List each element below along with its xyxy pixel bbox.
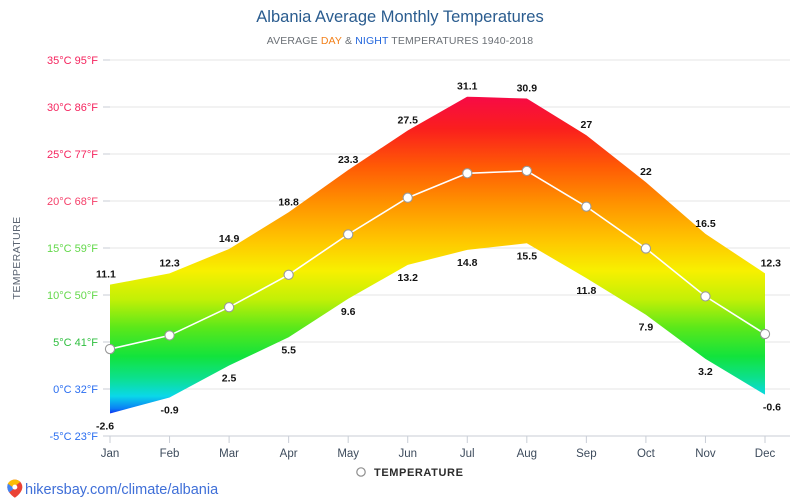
mean-marker-nov xyxy=(700,291,711,302)
x-tick-label-aug: Aug xyxy=(517,448,537,460)
mean-marker-jan xyxy=(104,343,116,355)
footer-watermark[interactable]: hikersbay.com/climate/albania xyxy=(7,479,219,498)
mean-marker-aug xyxy=(521,165,532,177)
y-tick-label-6: 5°C 41°F xyxy=(53,337,98,349)
night-label-mar: 2.5 xyxy=(222,373,237,385)
night-label-jun: 13.2 xyxy=(398,272,419,284)
x-tick-label-apr: Apr xyxy=(280,448,298,460)
legend-circle-outline-icon xyxy=(356,467,366,477)
mean-marker-apr xyxy=(283,269,294,280)
mean-marker-sep xyxy=(581,201,592,212)
night-label-jul: 14.8 xyxy=(457,257,478,269)
night-label-jan: -2.6 xyxy=(96,420,114,432)
night-label-nov: 3.2 xyxy=(698,366,713,378)
night-label-aug: 15.5 xyxy=(517,250,538,262)
chart-title: Albania Average Monthly Temperatures xyxy=(256,8,543,26)
y-tick-label-4: 15°C 59°F xyxy=(47,243,98,255)
day-label-dec: 12.3 xyxy=(761,257,782,269)
x-tick-label-dec: Dec xyxy=(755,448,776,460)
night-label-apr: 5.5 xyxy=(281,344,296,356)
legend-label: TEMPERATURE xyxy=(374,467,464,479)
mean-marker-feb xyxy=(164,330,175,341)
subtitle-day: DAY xyxy=(321,35,342,47)
day-label-may: 23.3 xyxy=(338,154,359,166)
temperature-chart: Albania Average Monthly Temperatures AVE… xyxy=(0,0,800,500)
day-label-apr: 18.8 xyxy=(278,196,299,208)
x-tick-label-jun: Jun xyxy=(398,448,417,460)
footer-link[interactable]: hikersbay.com/climate/albania xyxy=(25,482,219,498)
day-label-mar: 14.9 xyxy=(219,233,240,245)
mean-marker-oct xyxy=(640,243,652,254)
x-tick-label-feb: Feb xyxy=(160,448,180,460)
y-tick-label-2: 25°C 77°F xyxy=(47,149,98,161)
x-tick-label-jul: Jul xyxy=(460,448,475,460)
night-label-dec: -0.6 xyxy=(763,402,781,414)
mean-marker-may xyxy=(343,229,354,240)
subtitle-mid: & xyxy=(342,35,355,47)
y-tick-label-8: -5°C 23°F xyxy=(49,431,98,443)
day-label-nov: 16.5 xyxy=(695,218,716,230)
night-label-may: 9.6 xyxy=(341,306,356,318)
day-label-jul: 31.1 xyxy=(457,81,478,93)
night-label-feb: -0.9 xyxy=(160,404,178,416)
day-label-jan: 11.1 xyxy=(96,269,116,281)
chart-subtitle: AVERAGE DAY & NIGHT TEMPERATURES 1940-20… xyxy=(267,35,534,47)
x-tick-label-nov: Nov xyxy=(695,448,716,460)
day-label-feb: 12.3 xyxy=(159,257,180,269)
mean-marker-dec xyxy=(759,328,771,340)
day-label-sep: 27 xyxy=(581,119,593,131)
y-tick-label-5: 10°C 50°F xyxy=(47,290,98,302)
x-tick-label-oct: Oct xyxy=(637,448,656,460)
subtitle-night: NIGHT xyxy=(355,35,389,47)
y-tick-label-3: 20°C 68°F xyxy=(47,196,98,208)
day-label-aug: 30.9 xyxy=(517,83,538,95)
day-label-oct: 22 xyxy=(640,166,652,178)
subtitle-post: TEMPERATURES 1940-2018 xyxy=(388,35,533,47)
y-axis-tick-labels: 35°C 95°F 30°C 86°F 25°C 77°F 20°C 68°F 15°C… xyxy=(47,55,98,443)
y-tick-label-1: 30°C 86°F xyxy=(47,102,98,114)
x-tick-label-may: May xyxy=(337,448,359,460)
mean-marker-jun xyxy=(402,192,413,203)
mean-marker-jul xyxy=(462,168,473,179)
y-tick-label-0: 35°C 95°F xyxy=(47,55,98,67)
y-axis-title: TEMPERATURE xyxy=(11,217,23,300)
subtitle-pre: AVERAGE xyxy=(267,35,321,47)
x-tick-label-jan: Jan xyxy=(101,448,120,460)
night-label-oct: 7.9 xyxy=(639,322,654,334)
x-tick-label-sep: Sep xyxy=(576,448,596,460)
mean-marker-mar xyxy=(223,302,235,313)
day-label-jun: 27.5 xyxy=(398,115,419,127)
y-tick-label-7: 0°C 32°F xyxy=(53,384,98,396)
night-label-sep: 11.8 xyxy=(576,285,596,297)
x-tick-label-mar: Mar xyxy=(219,448,239,460)
